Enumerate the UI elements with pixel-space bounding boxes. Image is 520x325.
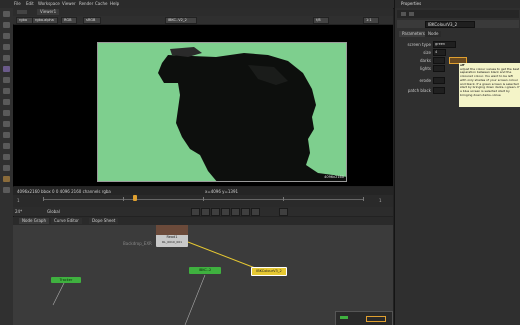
navigator-minimap[interactable] [335,311,393,325]
merge-icon[interactable] [3,99,10,105]
viewer-controls: rgba rgba.alpha RGB sRGB IBKC..V2_2 f/8 … [13,16,393,24]
node-connections [52,236,264,325]
screen-type-select[interactable]: green [433,41,456,48]
last-frame-icon[interactable] [251,208,260,216]
playhead[interactable] [133,195,137,201]
clear-panels-icon[interactable] [409,12,414,16]
colorspace-select[interactable]: RGB [61,17,77,24]
tab-curve-editor[interactable]: Curve Editor [51,218,82,224]
darks-field[interactable] [433,57,445,64]
playback-mode[interactable]: Global [47,209,60,214]
play-backward-icon[interactable] [211,208,220,216]
parameter-tooltip: off adjust the colour values to get the … [459,63,520,107]
other-icon[interactable] [3,165,10,171]
node-name-field[interactable]: IBKColourV3_2 [425,21,475,28]
size-field[interactable]: 4 [433,49,446,56]
plugin-icon[interactable] [3,187,10,193]
format-info: 4096x2160 bbox 0 0 4096 2160 channels rg… [17,189,111,194]
lights-field[interactable] [433,65,445,72]
menu-edit[interactable]: Edit [26,1,34,6]
channel-icon[interactable] [3,55,10,61]
timeline[interactable]: 1 1 [13,195,393,207]
tab-node[interactable]: Node [425,31,442,37]
fps-field[interactable]: 24* [15,209,22,214]
read-node-sub: RL_0010_001 [161,240,183,244]
menu-viewer[interactable]: Viewer [62,1,76,6]
display-select[interactable]: sRGB [83,17,101,24]
menu-help[interactable]: Help [110,1,119,6]
next-key-icon[interactable] [241,208,250,216]
3d-icon[interactable] [3,121,10,127]
transport-controls: 24* Global [13,207,393,216]
tab-menu-icon[interactable] [17,10,27,14]
patch-black-field[interactable] [433,87,445,94]
metadata-icon[interactable] [3,143,10,149]
erode-field[interactable] [433,77,445,84]
first-frame-icon[interactable] [191,208,200,216]
zoom-select[interactable]: 1:1 [363,17,379,24]
nodegraph-tab-bar: Node Graph Curve Editor Dope Sheet [13,217,393,225]
ibk-node-label: IBKColourV3_2 [256,269,282,273]
timeline-end: 1 [379,198,382,203]
time-icon[interactable] [3,44,10,50]
alpha-select[interactable]: rgba.alpha [32,17,58,24]
ibk-node-selected[interactable]: IBKColourV3_2 [251,267,287,276]
properties-title: Properties [401,1,422,6]
properties-toolbar [397,10,519,18]
menu-workspace[interactable]: Workspace [38,1,60,6]
draw-icon[interactable] [3,33,10,39]
furnace-icon[interactable] [3,176,10,182]
green-node-a[interactable]: Tracker [51,277,81,283]
viewer-canvas[interactable]: 4096x2160 [13,25,393,186]
stop-icon[interactable] [221,208,230,216]
lights-label: lights [420,66,431,71]
darks-label: darks [419,58,431,63]
loop-icon[interactable] [279,208,288,216]
viewer-info-bar: 4096x2160 bbox 0 0 4096 2160 channels rg… [13,187,393,195]
properties-panel: Properties IBKColourV3_2 Parameters Node… [394,0,520,325]
menu-cache[interactable]: Cache [95,1,107,6]
pixel-coord: x=4096 y=1391 [205,189,239,194]
green-node-a-label: Tracker [59,278,73,282]
color-icon[interactable] [3,66,10,72]
views-icon[interactable] [3,132,10,138]
node-name-bar: IBKColourV3_2 [397,20,519,28]
screen-type-label: screen type [407,42,431,47]
timeline-start: 1 [17,198,20,203]
filter-icon[interactable] [3,77,10,83]
tab-node-graph[interactable]: Node Graph [19,218,49,224]
keyer-icon[interactable] [3,88,10,94]
read-thumbnail [156,225,188,235]
input-node-select[interactable]: IBKC..V2_2 [165,17,197,24]
frame-size-label: 4096x2160 [324,175,344,179]
tool-sidebar [0,8,14,325]
node-graph[interactable]: Backdrop_EXR Read1 RL_0010_001 IBKC..2 I… [13,225,393,325]
pointer-icon[interactable] [3,11,10,17]
tab-viewer1[interactable]: Viewer1 [37,9,60,15]
transform-icon[interactable] [3,110,10,116]
panel-lock-icon[interactable] [401,12,406,16]
patch-black-label: patch black [407,88,431,93]
green-node-b[interactable]: IBKC..2 [189,267,221,274]
menu-file[interactable]: File [14,1,21,6]
prev-key-icon[interactable] [201,208,210,216]
toolsets-icon[interactable] [3,154,10,160]
properties-header: Properties [395,0,520,8]
viewer-tab-bar: Viewer1 [13,8,393,16]
green-node-b-label: IBKC..2 [198,268,212,272]
read-node[interactable]: Read1 RL_0010_001 [156,225,188,247]
image-icon[interactable] [3,22,10,28]
menu-render[interactable]: Render [79,1,93,6]
gain-field[interactable]: f/8 [313,17,329,24]
size-label: size [423,50,431,55]
erode-label: erode [419,78,431,83]
green-screen-frame: 4096x2160 [97,42,347,182]
tab-dope-sheet[interactable]: Dope Sheet [89,218,119,224]
backdrop-label: Backdrop_EXR [123,241,152,246]
tab-parameters[interactable]: Parameters [399,31,428,37]
actor-silhouette [158,47,346,181]
tooltip-text: adjust the colour values to get the best… [460,66,520,97]
play-forward-icon[interactable] [231,208,240,216]
